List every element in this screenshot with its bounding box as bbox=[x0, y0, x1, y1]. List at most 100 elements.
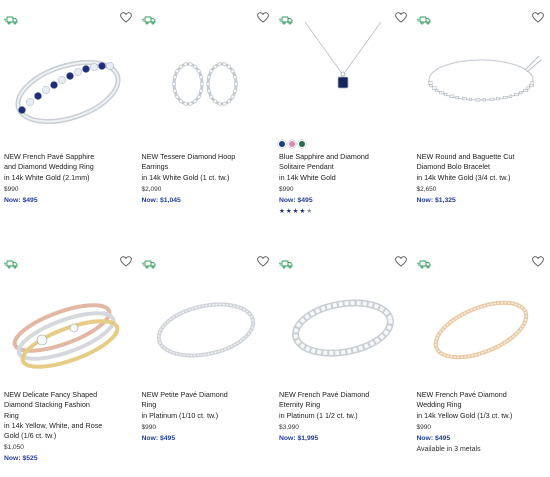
product-title-line: Wedding Ring bbox=[416, 400, 462, 410]
star-icon: ★ bbox=[285, 207, 292, 215]
product-card[interactable]: NEW French Pavé Sapphire and Diamond Wedd… bbox=[0, 0, 138, 244]
heart-outline-icon[interactable] bbox=[394, 254, 407, 267]
sale-price: Now: $1,995 bbox=[279, 434, 319, 442]
product-title-line: NEW Round and Baguette Cut bbox=[416, 152, 515, 161]
product-title-line: NEW French Pavé Sapphire bbox=[4, 152, 95, 161]
delivery-truck-icon bbox=[141, 12, 156, 25]
product-card[interactable]: NEW French Pavé Diamond Eternity Ring in P… bbox=[275, 244, 413, 477]
availability-note: Available in 3 metals bbox=[416, 445, 481, 453]
product-title-line: in 14k White Gold (2.1mm) bbox=[4, 172, 90, 182]
product-title[interactable]: NEW French Pavé Sapphire and Diamond Wedd… bbox=[4, 152, 132, 183]
product-info: NEW Delicate Fancy Shaped Diamond Stackin… bbox=[4, 390, 132, 464]
product-title-line: and Diamond Wedding Ring bbox=[4, 162, 94, 172]
original-price: $3,990 bbox=[279, 423, 299, 431]
product-image[interactable] bbox=[275, 266, 413, 382]
product-card[interactable]: NEW Delicate Fancy Shaped Diamond Stackin… bbox=[0, 244, 138, 477]
sale-price: Now: $495 bbox=[141, 434, 176, 442]
product-card[interactable]: NEW Tessere Diamond Hoop Earrings in 14k W… bbox=[138, 0, 276, 244]
original-price: $990 bbox=[4, 185, 19, 193]
original-price: $2,090 bbox=[141, 185, 162, 193]
sale-price: Now: $1,045 bbox=[141, 196, 181, 204]
product-title-line: in 14k White Gold (3/4 ct. tw.) bbox=[416, 172, 511, 182]
product-title[interactable]: NEW Petite Pavé Diamond Ring in Platinum (… bbox=[142, 390, 270, 421]
product-image[interactable] bbox=[275, 21, 413, 138]
delivery-truck-icon bbox=[416, 12, 431, 25]
star-icon: ★ bbox=[299, 207, 306, 215]
sale-price: Now: $495 bbox=[4, 196, 38, 204]
color-swatch[interactable] bbox=[299, 141, 305, 147]
original-price: $990 bbox=[416, 423, 431, 431]
rating-stars: ★ ★ ★ ★ ★ bbox=[279, 208, 407, 216]
sale-price: Now: $495 bbox=[416, 434, 451, 442]
product-image[interactable] bbox=[138, 22, 276, 138]
metal-swatches bbox=[279, 141, 305, 147]
star-icon: ★ bbox=[292, 207, 299, 215]
product-title-line: Blue Sapphire and Diamond bbox=[279, 152, 369, 161]
product-title-line: Diamond Bolo Bracelet bbox=[416, 162, 491, 172]
product-info: NEW Tessere Diamond Hoop Earrings in 14k W… bbox=[142, 152, 270, 206]
product-title-line: Solitaire Pendant bbox=[279, 162, 334, 172]
product-card[interactable]: NEW French Pavé Diamond Wedding Ring in 14… bbox=[413, 244, 550, 477]
heart-outline-icon[interactable] bbox=[532, 254, 544, 267]
heart-outline-icon[interactable] bbox=[119, 10, 132, 23]
product-title-line: in 14k White Gold bbox=[279, 172, 336, 182]
product-info: NEW Petite Pavé Diamond Ring in Platinum (… bbox=[142, 390, 270, 444]
delivery-truck-icon bbox=[141, 256, 156, 269]
product-image[interactable] bbox=[138, 266, 276, 382]
sale-price: Now: $495 bbox=[279, 196, 313, 204]
heart-outline-icon[interactable] bbox=[257, 10, 269, 23]
product-title-line: NEW French Pavé Diamond bbox=[416, 390, 507, 399]
product-grid: NEW French Pavé Sapphire and Diamond Wedd… bbox=[0, 0, 550, 477]
product-title-line: Ring bbox=[4, 410, 19, 420]
sale-price: Now: $525 bbox=[4, 455, 38, 463]
product-image[interactable] bbox=[413, 266, 550, 382]
product-title-line: NEW Petite Pavé Diamond bbox=[141, 390, 228, 399]
product-title[interactable]: NEW Tessere Diamond Hoop Earrings in 14k W… bbox=[142, 152, 270, 183]
delivery-truck-icon bbox=[279, 256, 293, 269]
product-title-line: Eternity Ring bbox=[279, 400, 321, 410]
original-price: $2,650 bbox=[416, 185, 437, 193]
product-info: Blue Sapphire and Diamond Solitaire Penda… bbox=[279, 152, 407, 216]
product-image[interactable] bbox=[0, 22, 138, 138]
product-title-line: in 14k Yellow, White, and Rose bbox=[4, 420, 103, 430]
star-icon: ★ bbox=[279, 207, 285, 215]
original-price: $990 bbox=[279, 185, 294, 193]
product-title-line: in Platinum (1 1/2 ct. tw.) bbox=[279, 410, 358, 420]
delivery-truck-icon bbox=[279, 12, 293, 25]
product-title[interactable]: NEW French Pavé Diamond Eternity Ring in P… bbox=[279, 390, 407, 421]
product-title-line: in Platinum (1/10 ct. tw.) bbox=[141, 410, 219, 420]
delivery-truck-icon bbox=[416, 256, 431, 269]
color-swatch[interactable] bbox=[289, 141, 295, 147]
product-card[interactable]: NEW Round and Baguette Cut Diamond Bolo B… bbox=[413, 0, 550, 244]
product-title[interactable]: NEW French Pavé Diamond Wedding Ring in 14… bbox=[417, 390, 545, 421]
product-title[interactable]: NEW Round and Baguette Cut Diamond Bolo B… bbox=[417, 152, 545, 183]
product-title-line: NEW French Pavé Diamond bbox=[279, 390, 370, 399]
product-title-line: Earrings bbox=[141, 162, 169, 172]
half-star-icon: ★ bbox=[306, 207, 313, 215]
product-title-line: Diamond Stacking Fashion bbox=[4, 400, 90, 410]
heart-outline-icon[interactable] bbox=[119, 254, 132, 267]
product-image[interactable] bbox=[0, 266, 138, 382]
product-title-line: in 14k White Gold (1 ct. tw.) bbox=[141, 172, 230, 182]
product-title-line: in 14k Yellow Gold (1/3 ct. tw.) bbox=[416, 410, 513, 420]
product-title-line: Gold (1/6 ct. tw.) bbox=[4, 431, 57, 441]
heart-outline-icon[interactable] bbox=[394, 10, 407, 23]
delivery-truck-icon bbox=[4, 12, 18, 25]
heart-outline-icon[interactable] bbox=[532, 10, 544, 23]
original-price: $990 bbox=[141, 423, 156, 431]
product-info: NEW French Pavé Diamond Eternity Ring in P… bbox=[279, 390, 407, 444]
product-card[interactable]: NEW Petite Pavé Diamond Ring in Platinum (… bbox=[138, 244, 276, 477]
product-title-line: NEW Tessere Diamond Hoop bbox=[141, 152, 236, 161]
heart-outline-icon[interactable] bbox=[257, 254, 269, 267]
color-swatch[interactable] bbox=[279, 141, 285, 147]
product-image[interactable] bbox=[413, 22, 550, 138]
product-info: NEW French Pavé Diamond Wedding Ring in 14… bbox=[417, 390, 545, 455]
product-title-line: Ring bbox=[141, 400, 157, 410]
product-title-line: NEW Delicate Fancy Shaped bbox=[4, 390, 98, 399]
product-card[interactable]: Blue Sapphire and Diamond Solitaire Penda… bbox=[275, 0, 413, 244]
sale-price: Now: $1,325 bbox=[416, 196, 456, 204]
product-title[interactable]: Blue Sapphire and Diamond Solitaire Penda… bbox=[279, 152, 407, 183]
delivery-truck-icon bbox=[4, 256, 18, 269]
product-title[interactable]: NEW Delicate Fancy Shaped Diamond Stackin… bbox=[4, 390, 132, 441]
original-price: $1,050 bbox=[4, 444, 24, 452]
